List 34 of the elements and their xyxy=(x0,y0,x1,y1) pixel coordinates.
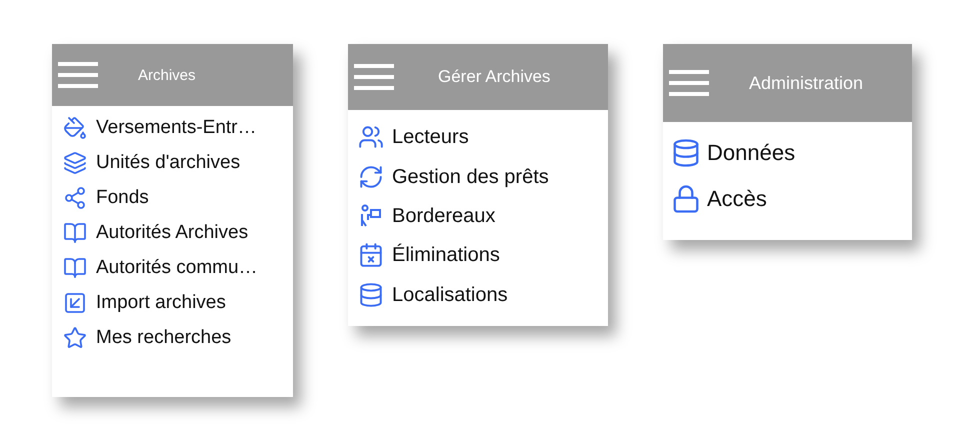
menu-item[interactable]: Bordereaux xyxy=(392,204,496,228)
lock-icon xyxy=(671,184,701,214)
calendar-x-icon xyxy=(358,242,384,268)
book-icon xyxy=(63,221,87,245)
arrow-in-square-icon xyxy=(63,291,87,315)
menu-icon[interactable] xyxy=(354,63,394,91)
menu-icon[interactable] xyxy=(58,61,98,89)
database-icon xyxy=(358,282,384,308)
menu-item[interactable]: Localisations xyxy=(392,284,508,306)
menu-item[interactable]: Données xyxy=(707,140,796,166)
users-icon xyxy=(358,124,384,150)
menu-item[interactable]: Autorités Archives xyxy=(96,222,248,244)
panel-title: Archives xyxy=(138,66,196,84)
menu-item[interactable]: Mes recherches xyxy=(96,327,232,349)
menu-item[interactable]: Autorités commu… xyxy=(96,257,258,279)
book-icon xyxy=(63,256,87,280)
menu-item[interactable]: Lecteurs xyxy=(392,126,469,148)
person-board-icon xyxy=(360,204,382,228)
menu-item[interactable]: Versements-Entr… xyxy=(96,117,256,139)
menu-icon[interactable] xyxy=(669,69,709,97)
refresh-icon xyxy=(358,164,384,190)
share-icon xyxy=(63,186,87,210)
menu-item[interactable]: Unités d'archives xyxy=(96,152,240,174)
panel-title: Gérer Archives xyxy=(438,67,550,87)
menu-item[interactable]: Gestion des prêts xyxy=(392,166,549,188)
layers-icon xyxy=(63,151,87,175)
panel-title: Administration xyxy=(749,72,864,94)
star-icon xyxy=(63,326,87,350)
database-icon xyxy=(671,138,701,168)
menu-item[interactable]: Import archives xyxy=(96,292,226,314)
menu-item[interactable]: Accès xyxy=(707,186,767,212)
menu-item[interactable]: Fonds xyxy=(96,187,149,209)
menu-item[interactable]: Éliminations xyxy=(392,244,500,266)
paint-bucket-icon xyxy=(63,116,87,140)
